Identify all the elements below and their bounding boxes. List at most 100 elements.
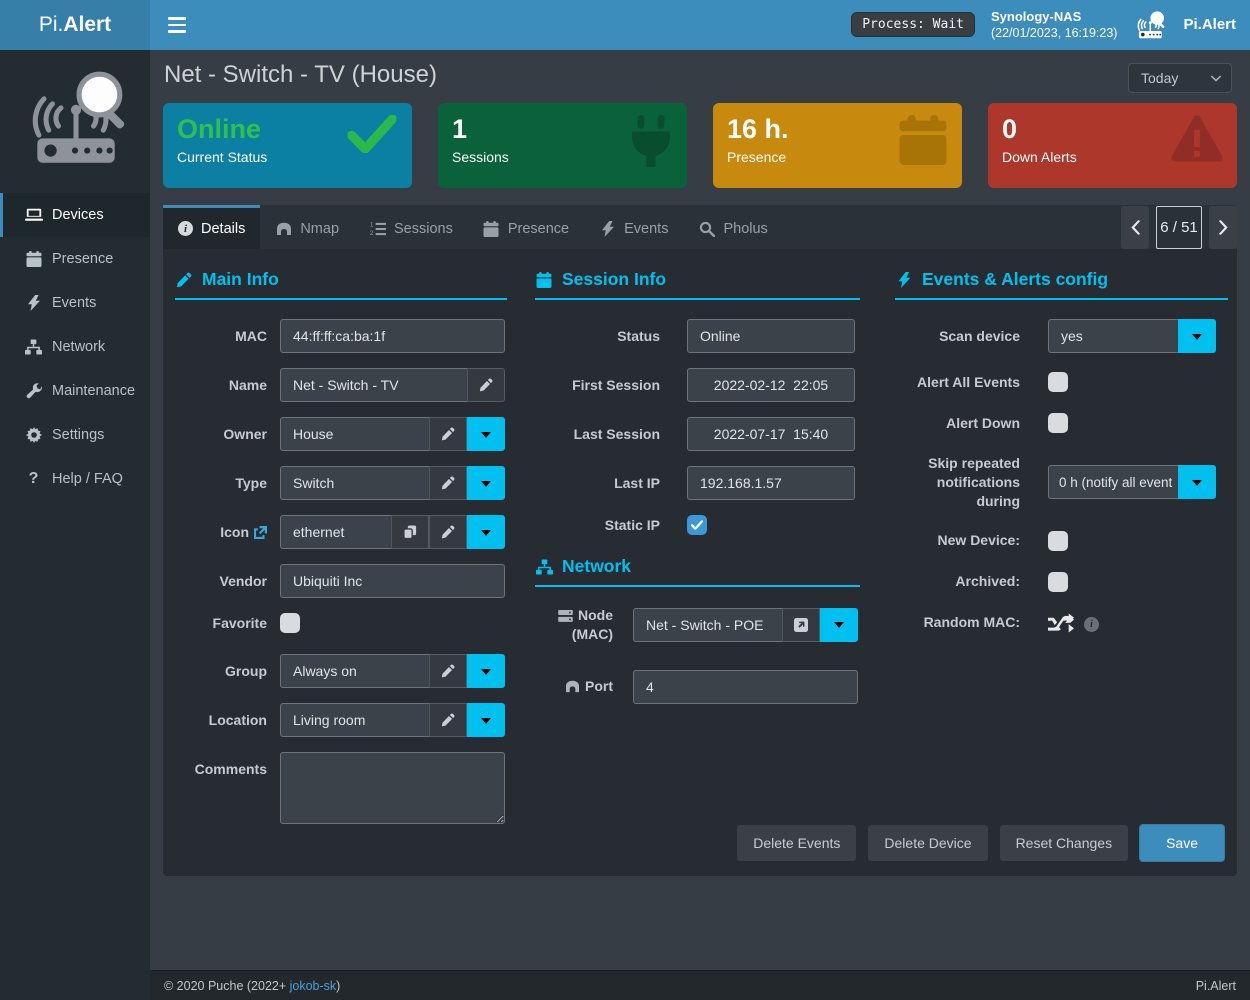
- group-edit-button[interactable]: [429, 654, 467, 688]
- pencil-icon: [441, 713, 455, 727]
- new-device-checkbox[interactable]: [1048, 531, 1068, 551]
- save-button[interactable]: Save: [1139, 824, 1225, 862]
- favorite-checkbox[interactable]: [280, 613, 300, 633]
- sidebar-item-label: Help / FAQ: [52, 471, 123, 487]
- sidebar-toggle-button[interactable]: [160, 8, 194, 42]
- scan-device-label: Scan device: [895, 327, 1020, 346]
- sidebar-nav: Devices Presence Events Network Maintena…: [0, 185, 150, 501]
- sidebar-item-events[interactable]: Events: [0, 281, 150, 325]
- host-timestamp: (22/01/2023, 16:19:23): [991, 25, 1118, 42]
- port-input[interactable]: [633, 670, 858, 704]
- device-tabs: i Details Nmap Sessions Presence Events: [163, 205, 1237, 249]
- icon-dropdown-button[interactable]: [467, 515, 505, 549]
- sidebar-item-help[interactable]: ? Help / FAQ: [0, 457, 150, 501]
- tab-details[interactable]: i Details: [163, 205, 260, 249]
- scan-device-input[interactable]: [1048, 319, 1178, 353]
- caret-down-icon: [481, 717, 491, 724]
- prev-device-button[interactable]: [1121, 206, 1149, 249]
- static-ip-checkbox[interactable]: [687, 515, 707, 535]
- chevron-down-icon: [1211, 75, 1221, 82]
- tab-sessions[interactable]: Sessions: [354, 205, 468, 249]
- sidebar-item-label: Devices: [52, 207, 104, 223]
- location-dropdown-button[interactable]: [467, 703, 505, 737]
- owner-dropdown-button[interactable]: [467, 417, 505, 451]
- sidebar-item-presence[interactable]: Presence: [0, 237, 150, 281]
- sidebar-item-devices[interactable]: Devices: [0, 193, 150, 237]
- alert-all-events-checkbox[interactable]: [1048, 372, 1068, 392]
- footer-app-name: Pi.Alert: [1196, 979, 1236, 993]
- info-icon[interactable]: i: [1084, 617, 1099, 632]
- app-name: Pi.Alert: [1183, 16, 1236, 33]
- owner-edit-button[interactable]: [429, 417, 467, 451]
- status-input[interactable]: [687, 319, 855, 353]
- comments-label: Comments: [175, 752, 267, 779]
- main-info-section-title: Main Info: [175, 269, 507, 300]
- period-select-value: Today: [1141, 70, 1178, 86]
- alert-all-events-label: Alert All Events: [895, 373, 1020, 392]
- mac-input[interactable]: [280, 319, 505, 353]
- caret-down-icon: [1192, 333, 1202, 340]
- tab-pholus[interactable]: Pholus: [683, 205, 782, 249]
- mac-label: MAC: [175, 327, 267, 346]
- icon-edit-button[interactable]: [429, 515, 467, 549]
- tab-events[interactable]: Events: [584, 205, 683, 249]
- next-device-button[interactable]: [1209, 206, 1237, 249]
- icon-input[interactable]: [280, 515, 391, 549]
- pencil-icon: [441, 476, 455, 490]
- delete-device-button[interactable]: Delete Device: [867, 824, 988, 862]
- delete-events-button[interactable]: Delete Events: [736, 824, 857, 862]
- reset-changes-button[interactable]: Reset Changes: [999, 824, 1130, 862]
- skip-notifications-input[interactable]: [1048, 465, 1178, 499]
- group-input[interactable]: [280, 654, 429, 688]
- location-input[interactable]: [280, 703, 429, 737]
- owner-input[interactable]: [280, 417, 429, 451]
- name-edit-button[interactable]: [467, 368, 505, 402]
- node-mac-input[interactable]: [633, 608, 782, 642]
- external-link-square-icon: [794, 618, 808, 632]
- tab-label: Presence: [508, 221, 569, 237]
- list-ol-icon: [369, 221, 386, 237]
- host-name: Synology-NAS: [991, 8, 1118, 26]
- sidebar-item-network[interactable]: Network: [0, 325, 150, 369]
- location-edit-button[interactable]: [429, 703, 467, 737]
- node-dropdown-button[interactable]: [820, 608, 858, 642]
- scan-device-dropdown-button[interactable]: [1178, 319, 1216, 353]
- vendor-input[interactable]: [280, 564, 505, 598]
- caret-down-icon: [1192, 479, 1202, 486]
- icon-copy-button[interactable]: [391, 515, 429, 549]
- alert-down-checkbox[interactable]: [1048, 413, 1068, 433]
- last-ip-input[interactable]: [687, 466, 855, 500]
- archived-checkbox[interactable]: [1048, 572, 1068, 592]
- sitemap-icon: [535, 558, 553, 575]
- name-input[interactable]: [280, 368, 467, 402]
- pialert-logo: [0, 50, 150, 185]
- vendor-label: Vendor: [175, 572, 267, 591]
- comments-textarea[interactable]: [280, 752, 505, 824]
- brand-logo[interactable]: Pi.Alert: [0, 0, 150, 50]
- sidebar-item-label: Presence: [52, 251, 113, 267]
- caret-down-icon: [834, 621, 844, 628]
- type-edit-button[interactable]: [429, 466, 467, 500]
- group-dropdown-button[interactable]: [467, 654, 505, 688]
- main-content: Net - Switch - TV (House) Today Online C…: [150, 50, 1250, 1000]
- tab-nmap[interactable]: Nmap: [260, 205, 354, 249]
- node-open-button[interactable]: [782, 608, 820, 642]
- chevron-left-icon: [1131, 220, 1140, 235]
- type-label: Type: [175, 474, 267, 493]
- owner-label: Owner: [175, 425, 267, 444]
- first-session-input[interactable]: [687, 368, 855, 402]
- sidebar-item-settings[interactable]: Settings: [0, 413, 150, 457]
- period-select[interactable]: Today: [1128, 63, 1232, 93]
- external-link-icon[interactable]: [254, 526, 267, 539]
- tab-label: Pholus: [723, 221, 767, 237]
- tab-presence[interactable]: Presence: [468, 205, 584, 249]
- skip-notifications-dropdown-button[interactable]: [1178, 465, 1216, 499]
- last-session-input[interactable]: [687, 417, 855, 451]
- type-dropdown-button[interactable]: [467, 466, 505, 500]
- sidebar-item-maintenance[interactable]: Maintenance: [0, 369, 150, 413]
- author-link[interactable]: jokob-sk: [290, 979, 337, 993]
- laptop-icon: [24, 207, 43, 224]
- type-input[interactable]: [280, 466, 429, 500]
- alerts-config-section-title: Events & Alerts config: [895, 269, 1228, 300]
- alert-down-label: Alert Down: [895, 414, 1020, 433]
